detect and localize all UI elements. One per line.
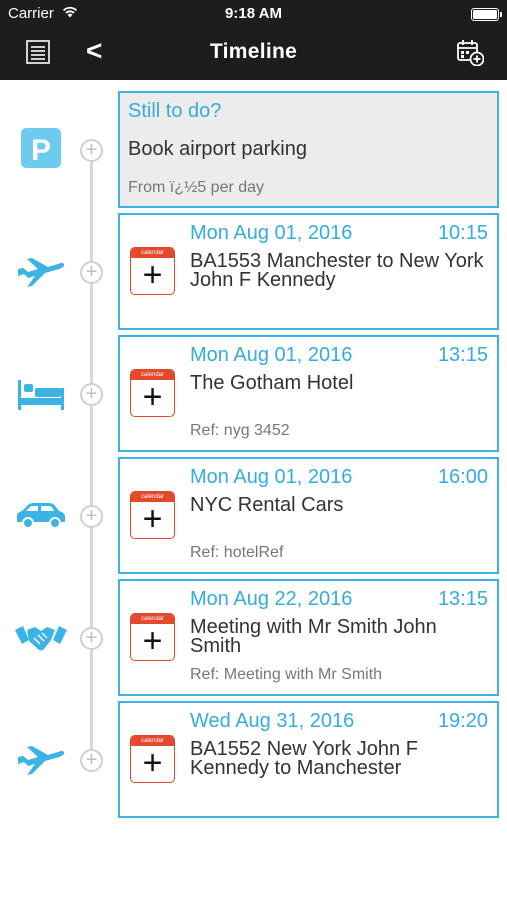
plus-icon: + [142,500,163,538]
event-time: 13:15 [437,344,488,366]
plus-icon: + [142,744,163,782]
event-title: BA1553 Manchester to New York John F Ken… [190,250,484,291]
navigation-bar: < Timeline [0,28,507,80]
add-to-calendar-button[interactable]: calendar + [130,369,175,417]
hotel-bed-icon [18,380,64,410]
page-title: Timeline [209,40,298,63]
event-time: 16:00 [437,466,488,488]
timeline-add-button[interactable]: + [80,261,103,284]
battery-icon [471,8,502,21]
event-card-flight-out[interactable]: calendar + Mon Aug 01, 2016 10:15 BA1553… [118,213,499,330]
parking-icon: P [21,128,61,168]
event-card-car-rental[interactable]: calendar + Mon Aug 01, 2016 16:00 NYC Re… [118,457,499,574]
todo-card[interactable]: Still to do? Book airport parking From ï… [118,91,499,208]
add-to-calendar-button[interactable]: calendar + [130,247,175,295]
event-date: Mon Aug 01, 2016 [190,466,353,488]
event-date: Mon Aug 22, 2016 [190,588,353,610]
event-title: BA1552 New York John F Kennedy to Manche… [190,738,418,779]
add-to-calendar-button[interactable]: calendar + [130,613,175,661]
event-date: Mon Aug 01, 2016 [190,222,353,244]
event-title: Meeting with Mr Smith John Smith [190,616,437,657]
todo-heading: Still to do? [128,100,222,122]
event-card-flight-return[interactable]: calendar + Wed Aug 31, 2016 19:20 BA1552… [118,701,499,818]
event-time: 10:15 [437,222,488,244]
plus-icon: + [142,256,163,294]
add-to-calendar-button[interactable]: calendar + [130,491,175,539]
plus-icon: + [142,622,163,660]
timeline-line [90,140,93,765]
timeline-add-button[interactable]: + [80,627,103,650]
timeline-add-button[interactable]: + [80,749,103,772]
event-date: Wed Aug 31, 2016 [190,710,355,732]
event-card-hotel[interactable]: calendar + Mon Aug 01, 2016 13:15 The Go… [118,335,499,452]
event-date: Mon Aug 01, 2016 [190,344,353,366]
event-time: 13:15 [437,588,488,610]
event-ref: Ref: nyg 3452 [190,422,290,439]
svg-text:P: P [31,134,51,167]
timeline-add-button[interactable]: + [80,383,103,406]
event-time: 19:20 [437,710,488,732]
add-calendar-icon[interactable] [456,38,484,66]
timeline-add-button[interactable]: + [80,139,103,162]
plus-icon: + [142,378,163,416]
status-bar: Carrier 9:18 AM [0,0,507,28]
event-card-meeting[interactable]: calendar + Mon Aug 22, 2016 13:15 Meetin… [118,579,499,696]
add-to-calendar-button[interactable]: calendar + [130,735,175,783]
event-ref: Ref: Meeting with Mr Smith [190,666,383,683]
event-title: NYC Rental Cars [190,494,344,516]
todo-subtitle: From ï¿½5 per day [128,179,265,196]
car-icon [17,503,65,529]
event-ref: Ref: hotelRef [190,544,284,561]
event-title: The Gotham Hotel [190,372,354,394]
plane-icon [18,258,65,287]
plane-icon [18,746,65,775]
todo-title: Book airport parking [128,138,307,160]
timeline-add-button[interactable]: + [80,505,103,528]
clock-time: 9:18 AM [225,5,282,22]
handshake-icon [15,626,67,651]
